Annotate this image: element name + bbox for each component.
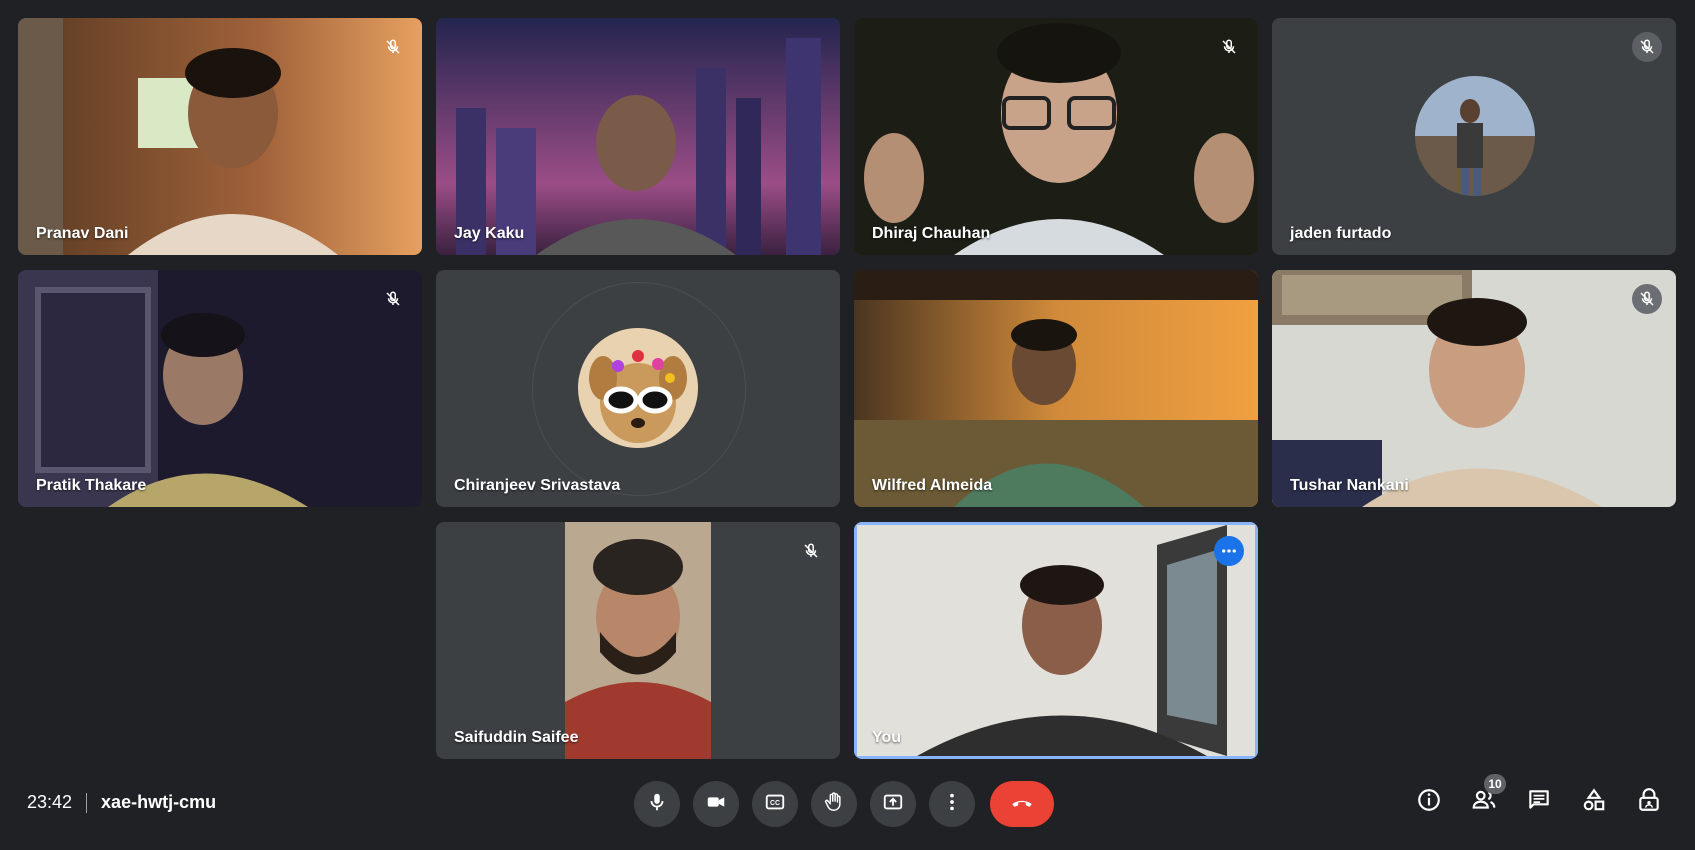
mic-icon (646, 791, 668, 818)
participant-tile-pranav[interactable]: Pranav Dani (18, 18, 422, 255)
host-controls-button[interactable] (1629, 782, 1669, 822)
mic-off-icon (1632, 284, 1662, 314)
mic-off-icon (1214, 32, 1244, 62)
people-count-badge: 10 (1484, 774, 1506, 794)
activities-icon (1581, 787, 1607, 818)
mic-off-icon (378, 32, 408, 62)
participant-tile-chiranjeev[interactable]: Chiranjeev Srivastava (436, 270, 840, 507)
video-feed (565, 522, 711, 759)
video-feed (857, 525, 1255, 756)
mic-off-icon (378, 284, 408, 314)
meeting-time: 23:42 (27, 792, 73, 812)
participant-tile-tushar[interactable]: Tushar Nankani (1272, 270, 1676, 507)
participant-tile-wilfred[interactable]: Wilfred Almeida (854, 270, 1258, 507)
participant-tile-pratik[interactable]: Pratik Thakare (18, 270, 422, 507)
camera-button[interactable] (693, 781, 739, 827)
microphone-button[interactable] (634, 781, 680, 827)
activities-button[interactable] (1574, 782, 1614, 822)
participant-name: You (872, 729, 902, 746)
participant-tile-jaden[interactable]: jaden furtado (1272, 18, 1676, 255)
people-button[interactable]: 10 (1464, 774, 1506, 822)
chat-button[interactable] (1519, 782, 1559, 822)
video-feed (18, 18, 422, 255)
svg-text:CC: CC (770, 800, 780, 807)
camera-icon (705, 791, 727, 818)
participant-name: Tushar Nankani (1290, 477, 1409, 494)
participant-tile-you[interactable]: You (854, 522, 1258, 759)
mic-off-icon (1632, 32, 1662, 62)
participant-name: Saifuddin Saifee (454, 729, 579, 746)
participant-name: Jay Kaku (454, 225, 525, 242)
info-icon (1416, 787, 1442, 818)
video-feed (436, 18, 840, 255)
avatar (578, 328, 698, 448)
end-call-icon (1009, 789, 1035, 820)
more-options-button[interactable] (1214, 536, 1244, 566)
participant-name: Pranav Dani (36, 225, 129, 242)
video-feed (1272, 270, 1676, 507)
video-feed (854, 270, 1258, 507)
chat-icon (1526, 787, 1552, 818)
present-icon (882, 791, 904, 818)
participant-tile-dhiraj[interactable]: Dhiraj Chauhan (854, 18, 1258, 255)
participant-name: Dhiraj Chauhan (872, 225, 991, 242)
more-options-icon (941, 791, 963, 818)
control-bar: 23:42 xae-hwtj-cmu CC 10 (0, 765, 1695, 850)
participant-tile-jay[interactable]: Jay Kaku (436, 18, 840, 255)
mic-off-icon (796, 536, 826, 566)
captions-button[interactable]: CC (752, 781, 798, 827)
avatar (1415, 76, 1535, 196)
more-options-button[interactable] (929, 781, 975, 827)
video-feed (18, 270, 422, 507)
end-call-button[interactable] (990, 781, 1054, 827)
divider (86, 792, 88, 813)
meeting-details-button[interactable] (1409, 782, 1449, 822)
participant-name: Chiranjeev Srivastava (454, 477, 621, 494)
lock-person-icon (1636, 787, 1662, 818)
video-feed (854, 18, 1258, 255)
raise-hand-button[interactable] (811, 781, 857, 827)
meeting-info: 23:42 xae-hwtj-cmu (27, 792, 216, 813)
raise-hand-icon (823, 791, 845, 818)
meeting-code: xae-hwtj-cmu (101, 792, 217, 812)
participant-name: Wilfred Almeida (872, 477, 993, 494)
present-button[interactable] (870, 781, 916, 827)
participant-tile-saifuddin[interactable]: Saifuddin Saifee (436, 522, 840, 759)
captions-icon: CC (764, 791, 786, 818)
participant-name: jaden furtado (1290, 225, 1392, 242)
participant-name: Pratik Thakare (36, 477, 147, 494)
